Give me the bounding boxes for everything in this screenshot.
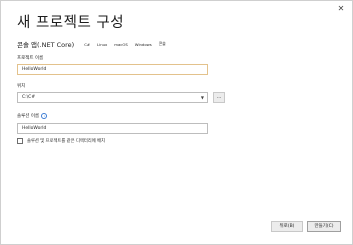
template-name: 콘솔 앱(.NET Core) xyxy=(17,41,75,49)
template-tag-windows: Windows xyxy=(134,41,152,47)
project-name-input[interactable]: HelloWorld xyxy=(17,64,208,75)
solution-name-label: 솔루션 이름 xyxy=(17,114,40,119)
template-tag-csharp: C# xyxy=(84,41,91,47)
close-icon: ✕ xyxy=(337,4,345,13)
page-title: 새 프로젝트 구성 xyxy=(17,15,125,31)
same-directory-option[interactable]: 솔루션 및 프로젝트를 같은 디렉터리에 배치 xyxy=(17,138,105,144)
template-tag-macos: macOS xyxy=(114,41,128,47)
same-directory-label: 솔루션 및 프로젝트를 같은 디렉터리에 배치 xyxy=(27,139,105,144)
solution-name-label-row: 솔루션 이름 i xyxy=(17,113,48,119)
same-directory-checkbox[interactable] xyxy=(17,138,23,144)
location-value: C:\C# xyxy=(22,95,36,100)
close-button[interactable]: ✕ xyxy=(335,3,347,15)
info-icon[interactable]: i xyxy=(41,113,48,119)
project-name-label: 프로젝트 이름 xyxy=(17,56,44,61)
template-info: 콘솔 앱(.NET Core) C# Linux macOS Windows 콘… xyxy=(17,39,166,49)
template-tag-linux: Linux xyxy=(97,41,108,47)
location-combobox[interactable]: C:\C# ▼ xyxy=(17,92,208,103)
template-tag-console: 콘솔 xyxy=(158,41,166,46)
create-button[interactable]: 만들기(C) xyxy=(307,221,341,232)
browse-location-button[interactable]: ... xyxy=(213,92,225,103)
location-label: 위치 xyxy=(17,84,26,89)
configure-project-dialog: ✕ 새 프로젝트 구성 콘솔 앱(.NET Core) C# Linux mac… xyxy=(0,0,353,245)
solution-name-input[interactable]: HelloWorld xyxy=(17,123,208,134)
chevron-down-icon: ▼ xyxy=(200,95,204,100)
back-button[interactable]: 뒤로(B) xyxy=(271,221,303,232)
